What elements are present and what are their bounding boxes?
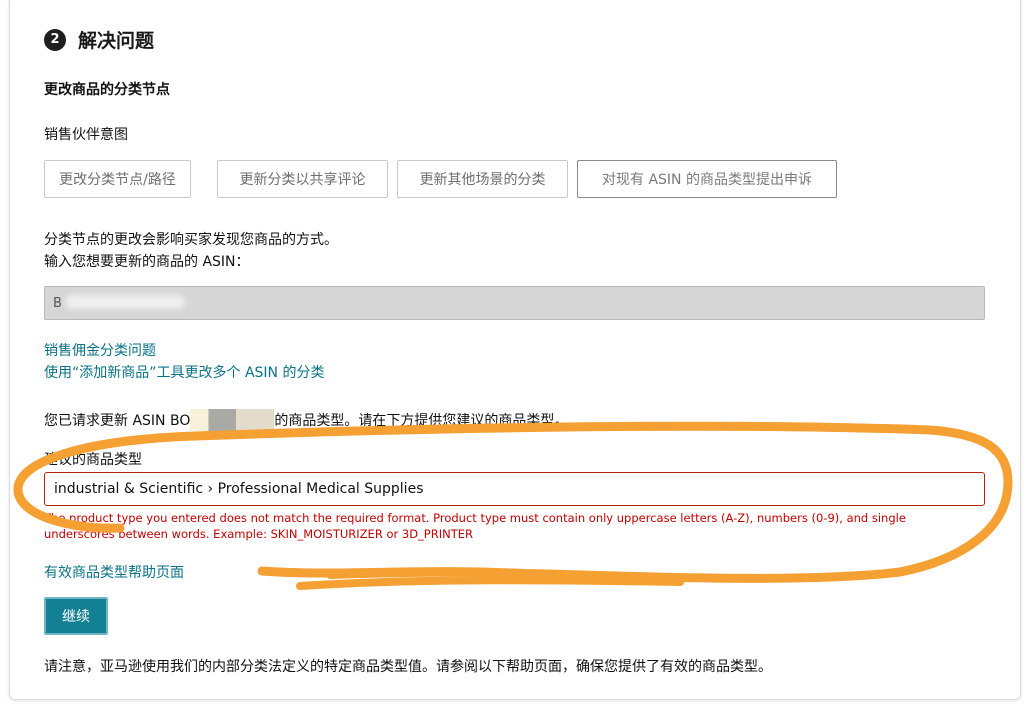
intent-label: 销售伙伴意图 xyxy=(44,127,128,143)
asin-input-value: B xyxy=(53,295,62,311)
section-title: 更改商品的分类节点 xyxy=(44,82,170,98)
request-summary: 您已请求更新 ASIN BO 的商品类型。请在下方提供您建议的商品类型。 xyxy=(44,408,569,431)
suggested-type-input[interactable] xyxy=(44,472,985,506)
asin-input[interactable]: B xyxy=(44,286,985,320)
asin-redaction-block xyxy=(190,408,275,431)
intent-change-node-button[interactable]: 更改分类节点/路径 xyxy=(44,160,191,198)
resolve-issue-card xyxy=(9,0,1021,700)
asin-redaction xyxy=(65,295,185,309)
numbered-circle-icon: 2 xyxy=(44,28,66,51)
valid-types-help-link[interactable]: 有效商品类型帮助页面 xyxy=(44,562,184,582)
request-prefix: 您已请求更新 ASIN BO xyxy=(44,413,191,429)
format-error-message: The product type you entered does not ma… xyxy=(44,511,906,541)
continue-button[interactable]: 继续 xyxy=(44,597,108,635)
bulk-add-tool-link[interactable]: 使用“添加新商品”工具更改多个 ASIN 的分类 xyxy=(44,362,324,382)
taxonomy-note: 请注意，亚马逊使用我们的内部分类法定义的特定商品类型值。请参阅以下帮助页面，确保… xyxy=(44,659,772,675)
suggested-type-label: 建议的商品类型 xyxy=(44,452,142,468)
step-header: 2 解决问题 xyxy=(44,26,154,53)
request-suffix: 的商品类型。请在下方提供您建议的商品类型。 xyxy=(274,413,569,429)
description-line-2: 输入您想要更新的商品的 ASIN： xyxy=(44,254,250,270)
step-title: 解决问题 xyxy=(78,30,155,52)
intent-share-reviews-button[interactable]: 更新分类以共享评论 xyxy=(217,160,388,198)
description-line-1: 分类节点的更改会影响买家发现您商品的方式。 xyxy=(44,232,338,248)
commission-category-link[interactable]: 销售佣金分类问题 xyxy=(44,340,156,360)
intent-other-scenario-button[interactable]: 更新其他场景的分类 xyxy=(397,160,568,198)
intent-appeal-product-type-button[interactable]: 对现有 ASIN 的商品类型提出申诉 xyxy=(577,160,837,198)
